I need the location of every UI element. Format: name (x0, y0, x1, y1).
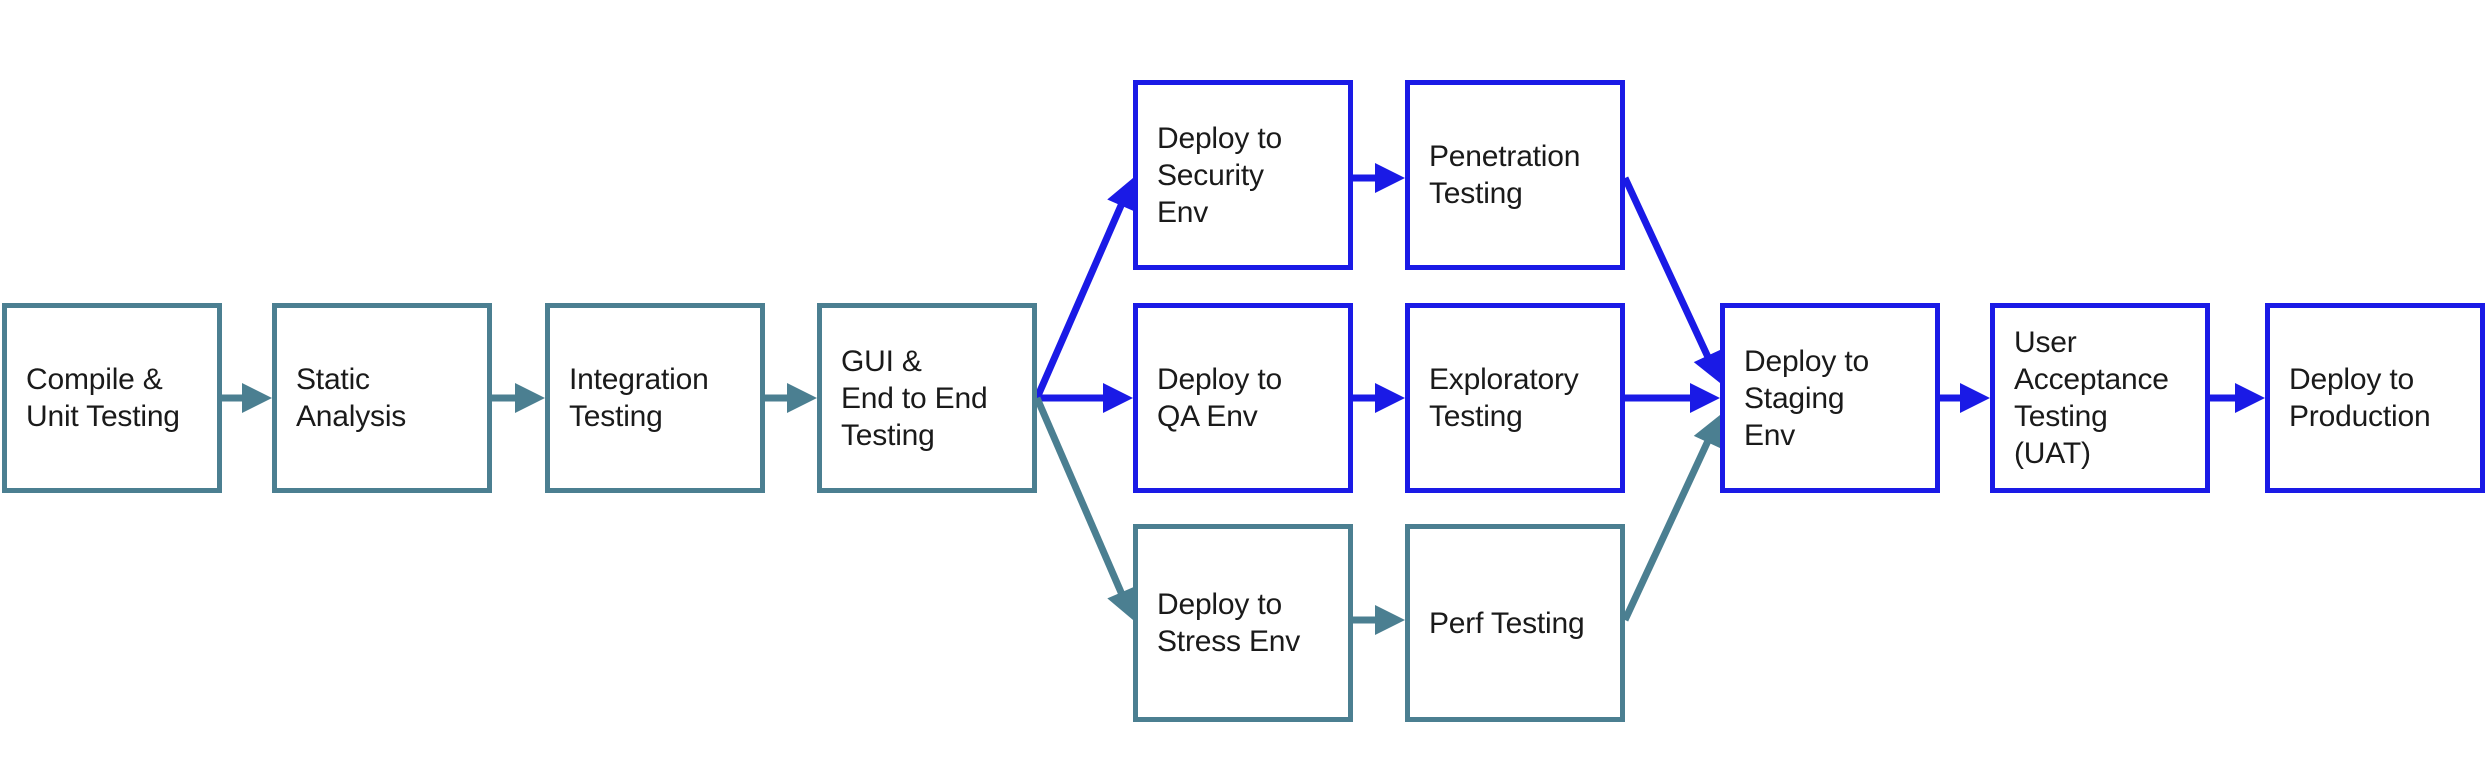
edge-arrowhead-integration-to-gui (787, 383, 817, 413)
edge-arrowhead-exploratory-to-staging (1690, 383, 1720, 413)
edge-static-to-integration (492, 383, 545, 413)
edge-compile-to-static (222, 383, 272, 413)
edge-arrowhead-perf-to-staging (1693, 415, 1721, 449)
edge-arrowhead-gui-to-security-env (1107, 178, 1135, 212)
edge-arrowhead-penetration-to-staging (1693, 349, 1721, 383)
edge-arrowhead-gui-to-stress-env (1107, 586, 1135, 620)
edge-gui-to-qa-env (1037, 383, 1133, 413)
node-deploy-to-security-env[interactable]: Deploy to Security Env (1133, 80, 1353, 270)
edge-uat-to-production (2210, 383, 2265, 413)
edge-arrowhead-staging-to-uat (1960, 383, 1990, 413)
node-label-deploy-to-security-env: Deploy to Security Env (1157, 121, 1282, 229)
node-compile-unit-testing[interactable]: Compile & Unit Testing (2, 303, 222, 493)
node-penetration-testing[interactable]: Penetration Testing (1405, 80, 1625, 270)
edge-arrowhead-qa-to-exploratory (1375, 383, 1405, 413)
node-deploy-to-staging-env[interactable]: Deploy to Staging Env (1720, 303, 1940, 493)
node-gui-end-to-end-testing[interactable]: GUI & End to End Testing (817, 303, 1037, 493)
node-perf-testing[interactable]: Perf Testing (1405, 524, 1625, 722)
edge-arrowhead-security-to-penetration (1375, 163, 1405, 193)
edge-arrowhead-uat-to-production (2235, 383, 2265, 413)
node-label-penetration-testing: Penetration Testing (1429, 140, 1581, 210)
node-deploy-to-qa-env[interactable]: Deploy to QA Env (1133, 303, 1353, 493)
node-static-analysis[interactable]: Static Analysis (272, 303, 492, 493)
pipeline-diagram-canvas: Compile & Unit Testing Static Analysis Int… (0, 0, 2488, 770)
node-label-user-acceptance-testing: User Acceptance Testing (UAT) (2014, 326, 2169, 470)
edge-line-penetration-to-staging (1621, 176, 1712, 360)
node-label-integration-testing: Integration Testing (569, 363, 709, 433)
edge-integration-to-gui (765, 383, 817, 413)
edge-exploratory-to-staging (1625, 383, 1720, 413)
node-label-perf-testing: Perf Testing (1429, 606, 1585, 640)
node-label-gui-end-to-end-testing: GUI & End to End Testing (841, 344, 988, 452)
node-deploy-to-stress-env[interactable]: Deploy to Stress Env (1133, 524, 1353, 722)
node-deploy-to-production[interactable]: Deploy to Production (2265, 303, 2485, 493)
edge-arrowhead-gui-to-qa-env (1103, 383, 1133, 413)
node-label-deploy-to-qa-env: Deploy to QA Env (1157, 363, 1282, 433)
edge-perf-to-staging (1621, 415, 1721, 622)
edge-stress-to-perf (1353, 605, 1405, 635)
node-label-exploratory-testing: Exploratory Testing (1429, 363, 1579, 433)
edge-penetration-to-staging (1621, 176, 1721, 383)
edge-arrowhead-compile-to-static (242, 383, 272, 413)
edge-line-perf-to-staging (1621, 438, 1712, 622)
edge-line-gui-to-stress-env (1033, 396, 1126, 596)
node-user-acceptance-testing[interactable]: User Acceptance Testing (UAT) (1990, 303, 2210, 493)
edge-line-gui-to-security-env (1033, 202, 1126, 400)
node-label-compile-unit-testing: Compile & Unit Testing (26, 363, 180, 433)
edge-staging-to-uat (1940, 383, 1990, 413)
node-label-deploy-to-staging-env: Deploy to Staging Env (1744, 344, 1869, 452)
edge-gui-to-stress-env (1033, 396, 1135, 620)
node-exploratory-testing[interactable]: Exploratory Testing (1405, 303, 1625, 493)
edge-gui-to-security-env (1033, 178, 1135, 400)
node-integration-testing[interactable]: Integration Testing (545, 303, 765, 493)
edge-arrowhead-stress-to-perf (1375, 605, 1405, 635)
node-label-deploy-to-stress-env: Deploy to Stress Env (1157, 588, 1301, 658)
edge-arrowhead-static-to-integration (515, 383, 545, 413)
edge-security-to-penetration (1353, 163, 1405, 193)
edge-qa-to-exploratory (1353, 383, 1405, 413)
node-label-deploy-to-production: Deploy to Production (2289, 363, 2431, 433)
node-label-static-analysis: Static Analysis (296, 363, 407, 433)
